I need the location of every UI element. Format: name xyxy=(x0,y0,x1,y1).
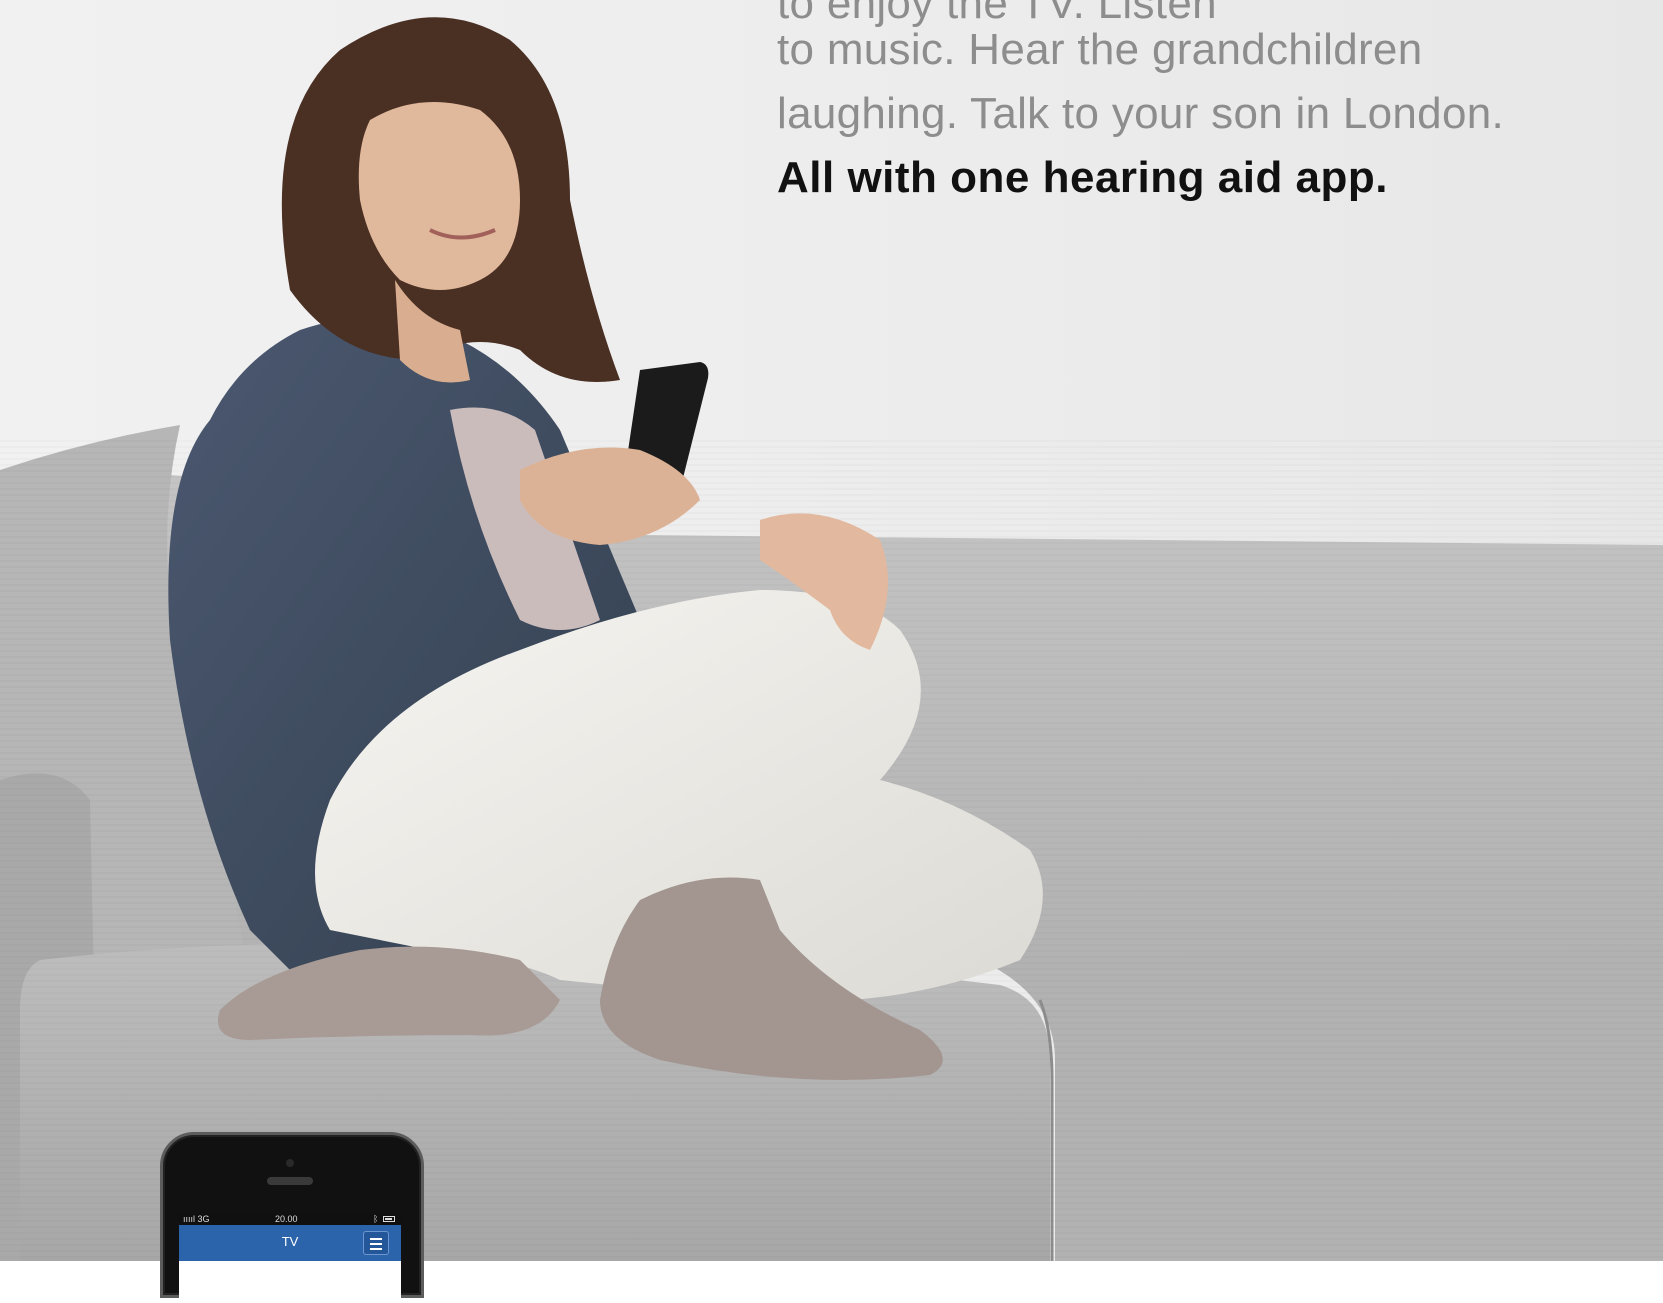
headline-line-2: laughing. Talk to your son in London. xyxy=(777,89,1505,138)
status-time: 20.00 xyxy=(275,1214,298,1224)
phone-camera xyxy=(286,1159,294,1167)
headline-tagline: All with one hearing aid app. xyxy=(777,153,1388,202)
headline-block: to enjoy the TV. Listen to music. Hear t… xyxy=(777,0,1637,210)
phone-screen: ııııl 3G 20.00 ᛒ TV xyxy=(179,1213,401,1303)
hamburger-menu-icon[interactable] xyxy=(363,1231,389,1255)
phone-status-bar: ııııl 3G 20.00 ᛒ xyxy=(179,1213,401,1225)
battery-icon xyxy=(383,1216,395,1222)
app-header-bar: TV xyxy=(179,1225,401,1261)
signal-indicator: ııııl 3G xyxy=(183,1214,210,1224)
app-phone-mockup: ııııl 3G 20.00 ᛒ TV xyxy=(160,1132,424,1303)
phone-earpiece xyxy=(267,1177,313,1185)
headline-line-faded: to enjoy the TV. Listen xyxy=(777,0,1217,28)
bluetooth-icon: ᛒ xyxy=(373,1214,379,1224)
